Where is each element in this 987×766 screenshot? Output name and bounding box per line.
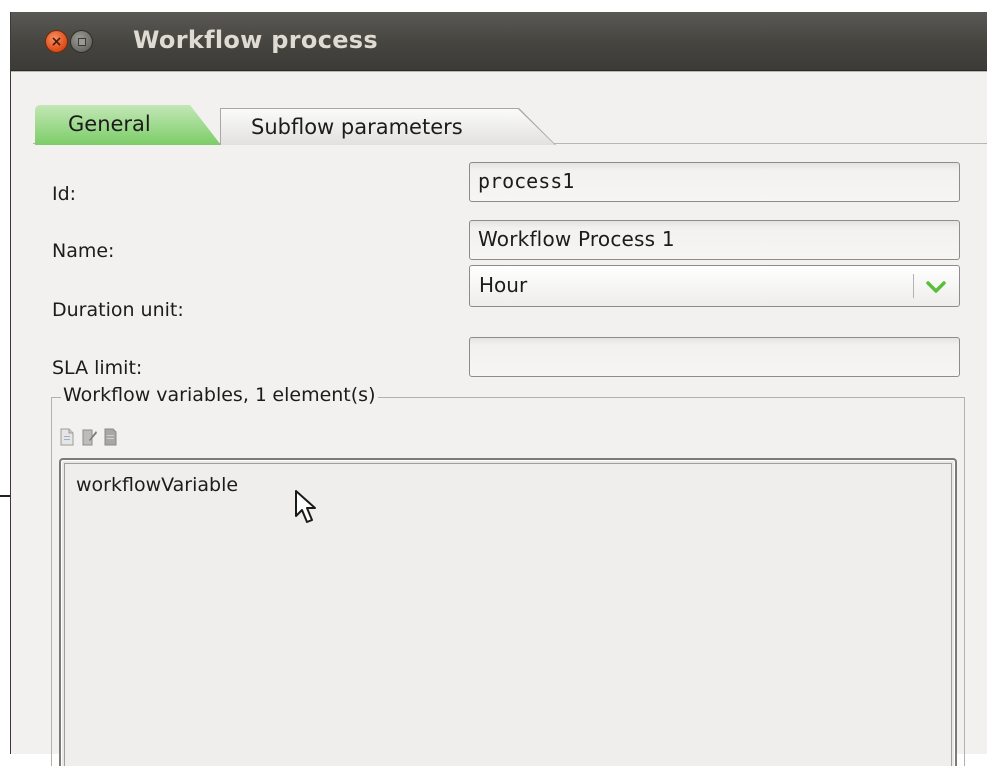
- legend-prefix: Workflow variables,: [63, 384, 255, 406]
- tab-label: General: [68, 112, 151, 136]
- close-button[interactable]: ×: [45, 30, 68, 53]
- window-title: Workflow process: [133, 26, 378, 54]
- duration-unit-value: Hour: [479, 273, 528, 297]
- minimize-button[interactable]: [70, 30, 93, 53]
- list-item[interactable]: workflowVariable: [76, 474, 238, 496]
- workflow-variables-list[interactable]: workflowVariable: [59, 458, 957, 766]
- legend-suffix: element(s): [266, 384, 376, 406]
- tab-general[interactable]: General: [35, 105, 221, 145]
- tab-subflow-parameters[interactable]: Subflow parameters: [221, 109, 555, 145]
- duration-unit-select[interactable]: Hour: [469, 265, 960, 307]
- workflow-variables-legend: Workflow variables, 1 element(s): [61, 384, 378, 406]
- minimize-icon: [77, 37, 86, 46]
- workflow-process-dialog: × Workflow process Subflow parameters Ge…: [10, 12, 987, 766]
- close-icon: ×: [50, 33, 63, 50]
- edit-document-icon[interactable]: [81, 428, 97, 446]
- edge-mark: [0, 495, 10, 497]
- name-field[interactable]: Workflow Process 1: [469, 220, 960, 260]
- new-document-icon[interactable]: [59, 428, 75, 446]
- list-inner: workflowVariable: [64, 463, 952, 766]
- id-label: Id:: [52, 183, 77, 205]
- tab-label: Subflow parameters: [251, 115, 463, 139]
- chevron-down-icon[interactable]: [922, 275, 950, 299]
- legend-count: 1: [254, 384, 267, 406]
- title-bar[interactable]: × Workflow process: [11, 12, 987, 71]
- name-label: Name:: [52, 240, 115, 262]
- mouse-pointer-icon: [295, 490, 316, 523]
- delete-document-icon[interactable]: [102, 428, 118, 446]
- id-field[interactable]: process1: [469, 162, 960, 202]
- select-separator: [913, 274, 914, 298]
- sla-limit-label: SLA limit:: [52, 357, 143, 379]
- sla-limit-field[interactable]: [469, 337, 960, 377]
- duration-unit-label: Duration unit:: [52, 299, 184, 321]
